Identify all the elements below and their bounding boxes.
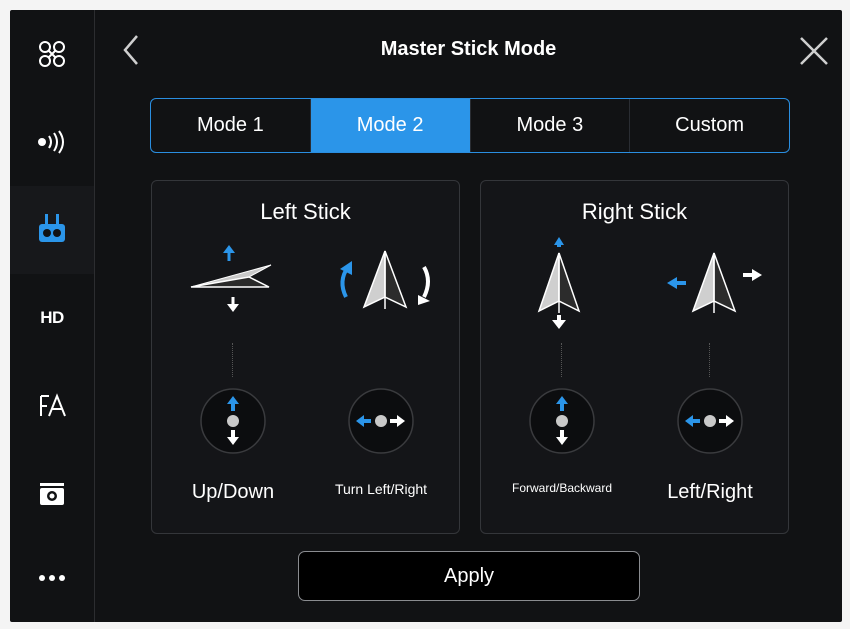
- remote-controller-icon: [39, 214, 65, 242]
- up-down-label: Up/Down: [191, 481, 275, 503]
- sidebar-item-more[interactable]: [10, 534, 94, 622]
- left-right-plane-icon: [667, 252, 762, 313]
- right-stick-title: Right Stick: [581, 199, 688, 224]
- forward-backward-label: Forward/Backward: [511, 481, 613, 495]
- dotted-divider: [709, 343, 712, 377]
- tab-custom[interactable]: Custom: [630, 99, 789, 152]
- close-icon: [800, 37, 828, 65]
- hd-label: HD: [40, 308, 64, 327]
- sidebar-item-hd[interactable]: HD: [10, 274, 94, 362]
- left-right-label: Left/Right: [667, 481, 753, 503]
- left-stick-panel: Left Stick Up/Down Turn Left/Right: [151, 180, 460, 534]
- sidebar: HD: [10, 10, 95, 622]
- tab-mode-3[interactable]: Mode 3: [471, 99, 631, 152]
- forward-backward-stick-icon: [529, 388, 595, 454]
- apply-button[interactable]: Apply: [298, 551, 640, 601]
- forward-backward-plane-icon: [537, 237, 581, 329]
- sidebar-item-signal[interactable]: [10, 98, 94, 186]
- dotted-divider: [232, 343, 235, 377]
- sidebar-item-remote-controller[interactable]: [10, 186, 94, 274]
- turn-label: Turn Left/Right: [334, 481, 428, 497]
- close-button[interactable]: [797, 34, 831, 68]
- sidebar-item-aircraft[interactable]: [10, 10, 94, 98]
- left-right-stick-icon: [677, 388, 743, 454]
- sidebar-item-camera[interactable]: [10, 450, 94, 538]
- drone-icon: [39, 41, 65, 67]
- tab-mode-2[interactable]: Mode 2: [310, 99, 471, 152]
- up-down-plane-icon: [190, 245, 272, 312]
- right-stick-panel: Right Stick Forward/Backward Left/Right: [480, 180, 789, 534]
- left-stick-title: Left Stick: [260, 199, 351, 224]
- mode-tabs: Mode 1 Mode 2 Mode 3 Custom: [150, 98, 790, 153]
- display-icon: [40, 393, 66, 417]
- settings-window: HD Master Stick Mode Mode 1 Mode 2 Mode …: [10, 10, 842, 622]
- up-down-stick-icon: [200, 388, 266, 454]
- signal-icon: [38, 130, 64, 154]
- camera-icon: [40, 483, 64, 505]
- dotted-divider: [561, 343, 564, 377]
- sidebar-item-display[interactable]: [10, 362, 94, 450]
- page-title: Master Stick Mode: [380, 38, 557, 60]
- more-icon: [39, 575, 65, 581]
- turn-stick-icon: [348, 388, 414, 454]
- turn-plane-icon: [340, 250, 430, 309]
- tab-mode-1[interactable]: Mode 1: [151, 99, 311, 152]
- title-bar: Master Stick Mode: [95, 10, 842, 90]
